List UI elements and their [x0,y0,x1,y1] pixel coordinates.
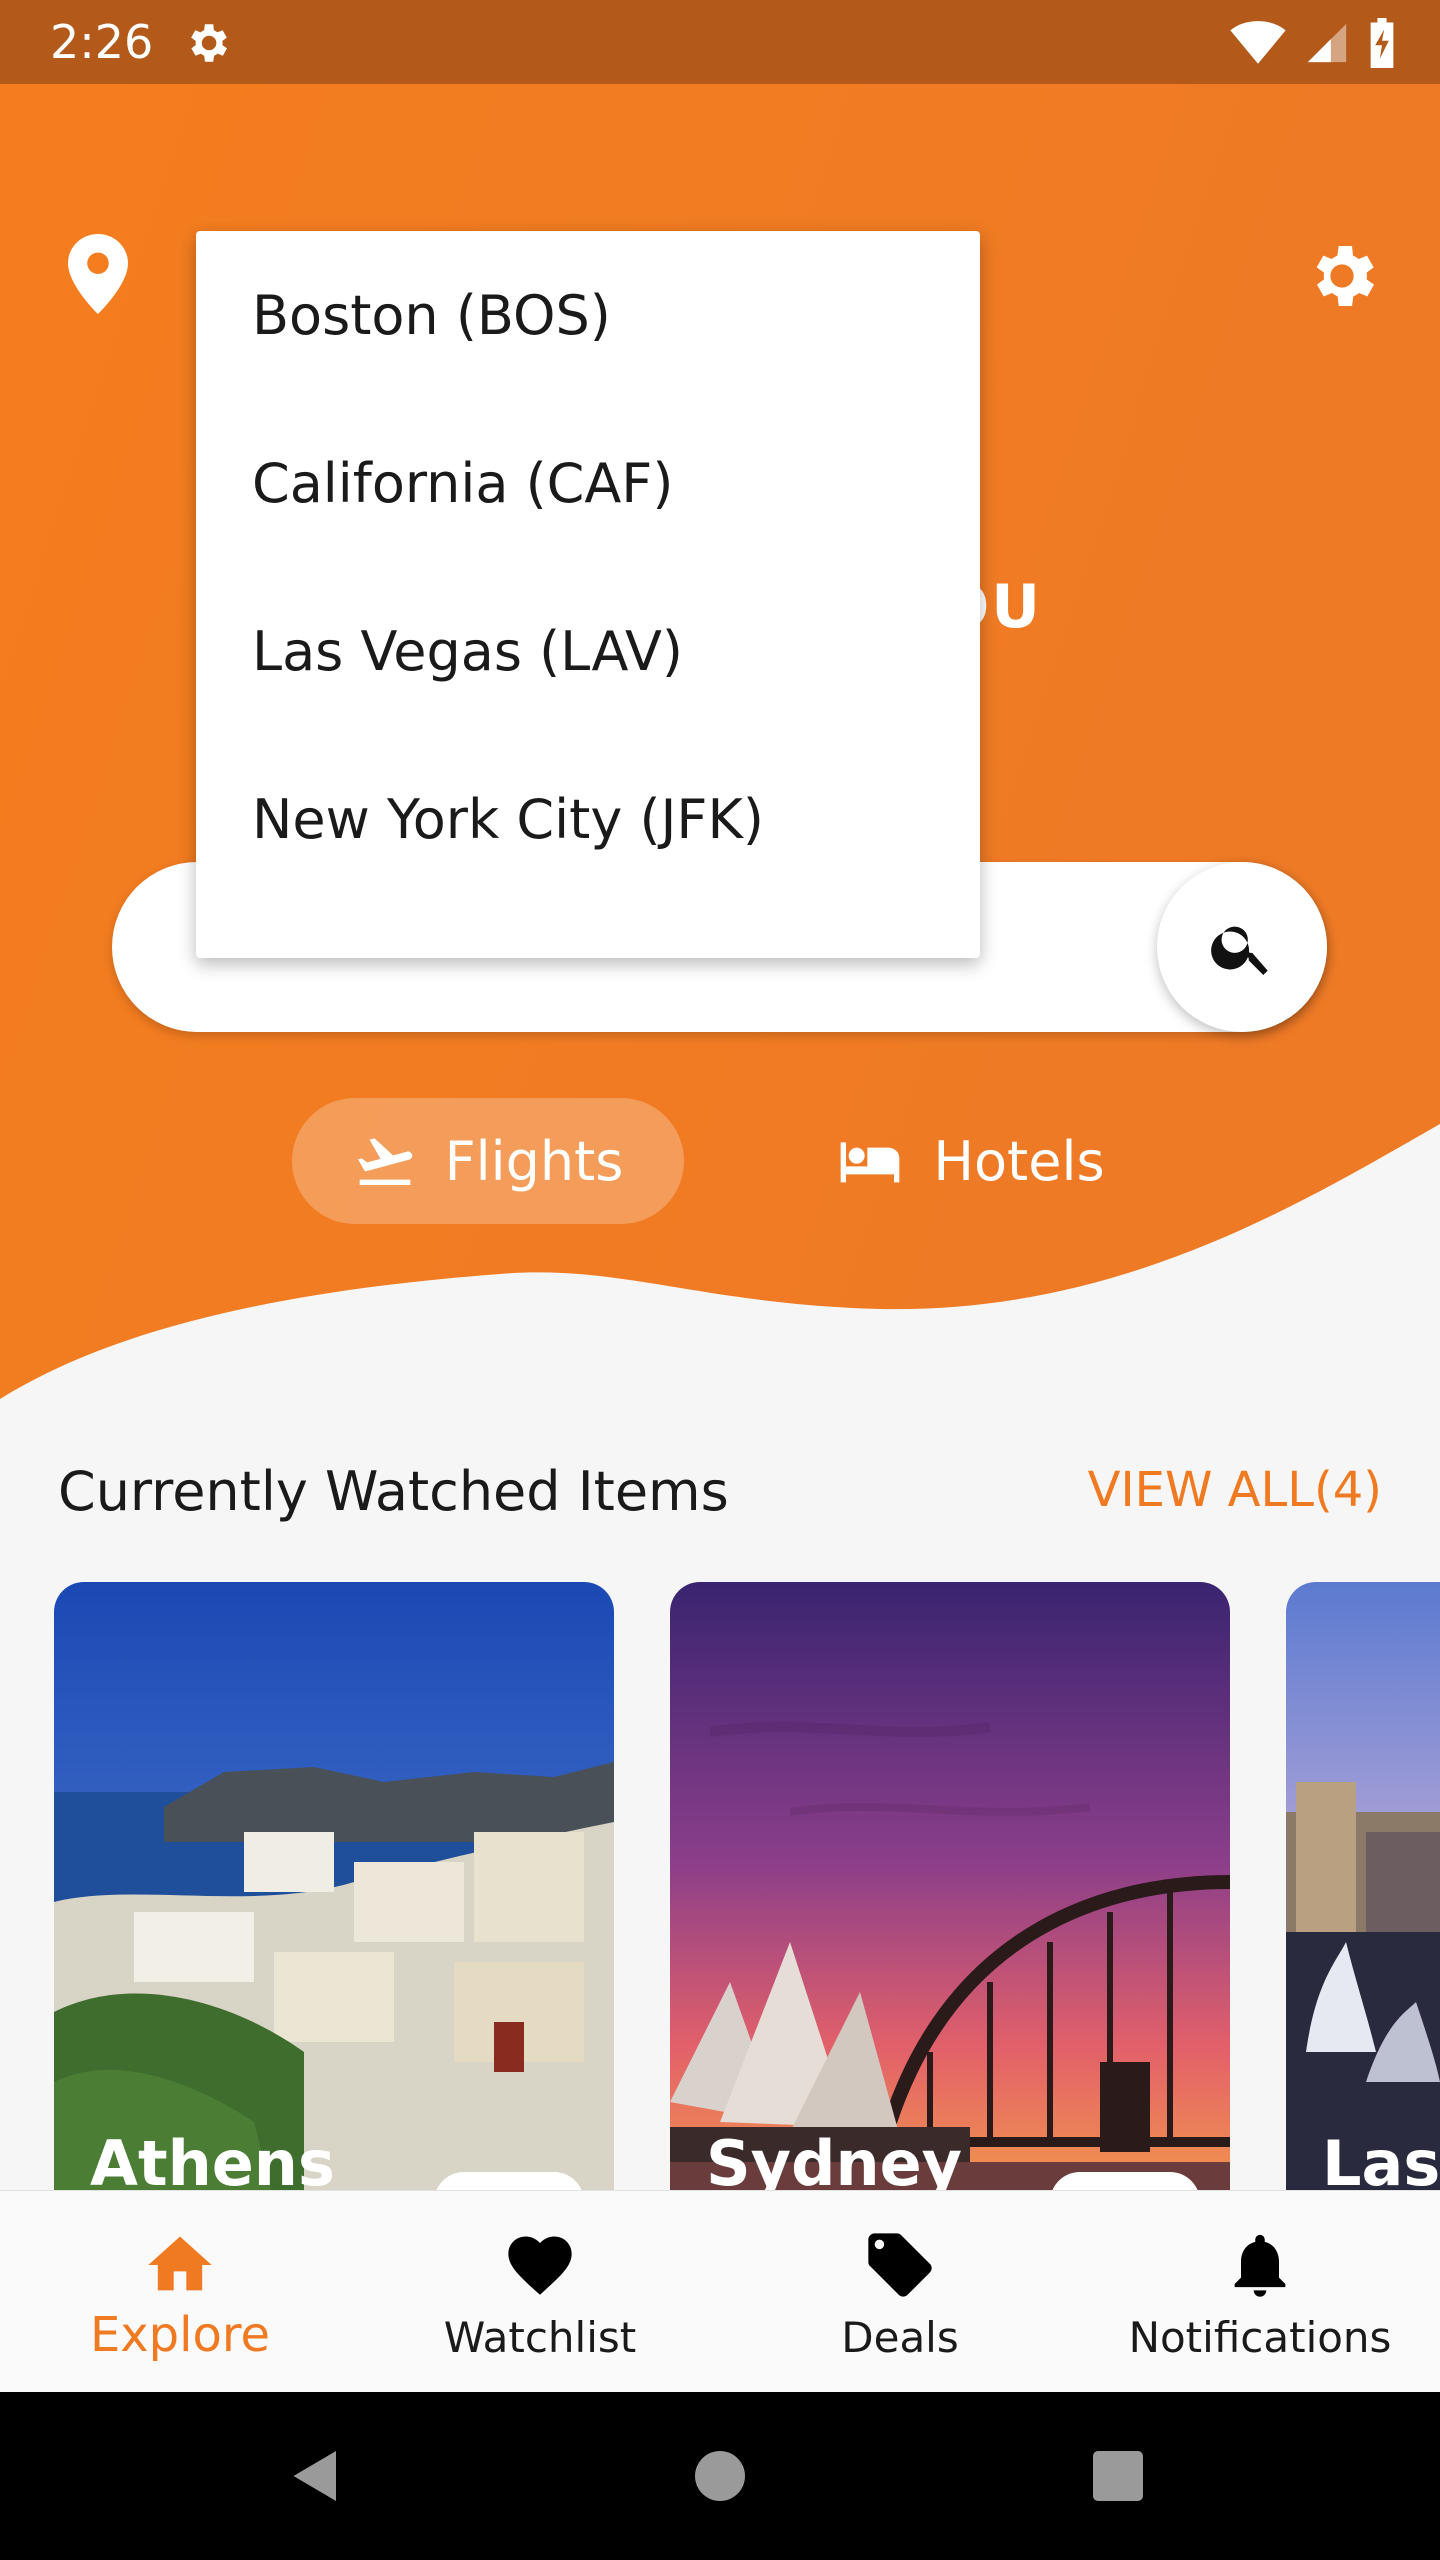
nav-watchlist-label: Watchlist [443,2313,637,2362]
nav-notifications[interactable]: Notifications [1080,2191,1440,2393]
search-button[interactable] [1157,862,1327,1032]
back-icon[interactable] [286,2446,346,2506]
home-icon [148,2236,212,2291]
tab-flights-label: Flights [444,1129,624,1193]
location-pin-icon[interactable] [68,234,128,314]
status-icons [1230,16,1396,70]
location-dropdown: Boston (BOS) California (CAF) Las Vegas … [196,231,980,958]
sydney-image [670,1582,1230,2202]
battery-charging-icon [1370,18,1394,68]
home-circle-icon[interactable] [690,2446,750,2506]
settings-icon[interactable] [1302,236,1382,316]
nav-explore[interactable]: Explore [0,2191,360,2393]
tab-flights[interactable]: Flights [292,1098,684,1224]
dropdown-item-lav[interactable]: Las Vegas (LAV) [196,567,980,735]
recents-icon[interactable] [1088,2446,1148,2506]
hotel-bed-icon [841,1142,900,1183]
nav-notifications-label: Notifications [1128,2313,1392,2362]
las-vegas-image [1286,1582,1440,2202]
nav-watchlist[interactable]: Watchlist [360,2191,720,2393]
heart-icon [508,2236,572,2295]
tab-hotels-label: Hotels [933,1129,1105,1193]
system-navigation-bar [0,2392,1440,2560]
signal-icon [1307,23,1347,63]
view-all-link[interactable]: VIEW ALL(4) [1088,1462,1382,1518]
nav-deals[interactable]: Deals [720,2191,1080,2393]
bell-icon [1234,2234,1286,2297]
bottom-navigation: Explore Watchlist Deals Notifications [0,2190,1440,2392]
athens-image [54,1582,614,2202]
watched-card-athens[interactable]: Athens [54,1582,614,2202]
dropdown-item-bos[interactable]: Boston (BOS) [196,231,980,399]
flight-takeoff-icon [357,1138,412,1185]
wifi-icon [1230,21,1286,64]
dropdown-item-caf[interactable]: California (CAF) [196,399,980,567]
tag-icon [868,2233,932,2297]
nav-deals-label: Deals [841,2313,959,2362]
status-time: 2:26 [50,15,154,69]
tab-hotels[interactable]: Hotels [800,1098,1140,1224]
section-title: Currently Watched Items [58,1460,729,1523]
search-icon [1211,926,1268,975]
dropdown-item-jfk[interactable]: New York City (JFK) [196,735,980,903]
watched-card-sydney[interactable]: Sydney [670,1582,1230,2202]
watched-card-las-vegas[interactable]: Las V [1286,1582,1440,2202]
settings-notification-icon [191,24,227,62]
nav-explore-label: Explore [89,2307,271,2363]
status-bar: 2:26 [0,0,1440,84]
